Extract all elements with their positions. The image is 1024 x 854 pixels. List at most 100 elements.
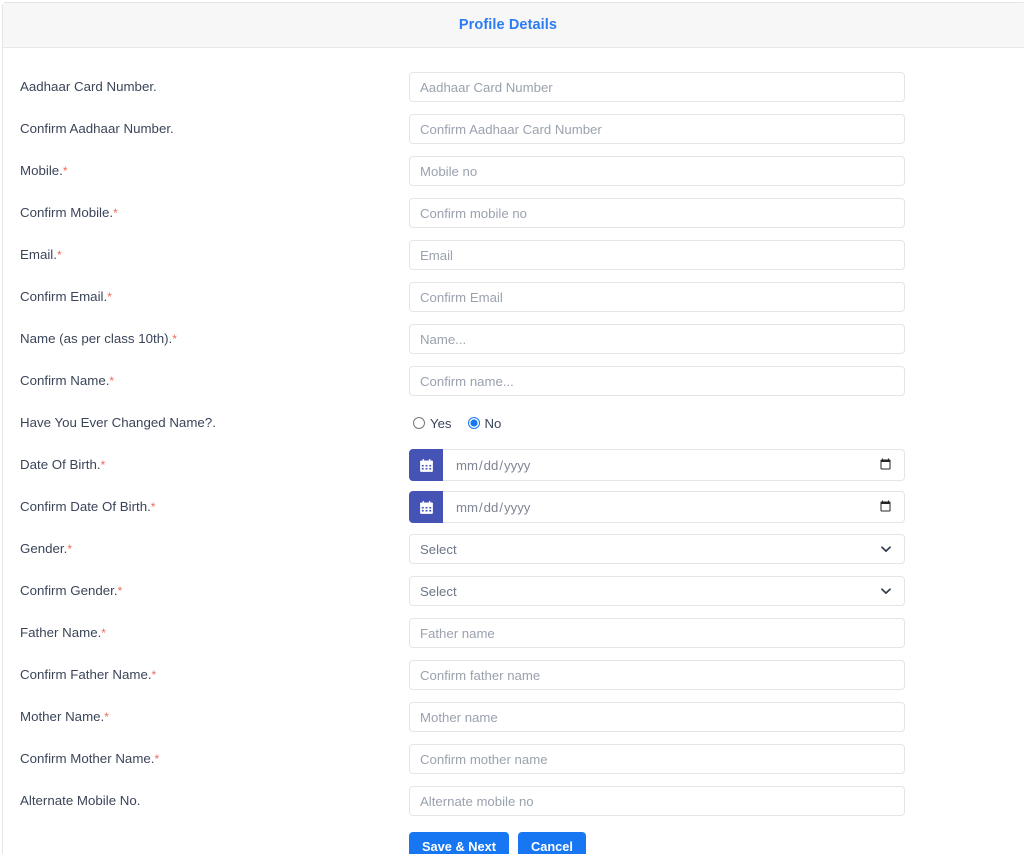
form-row: Email.* (3, 234, 1024, 276)
field-container: Yes No (409, 416, 905, 431)
field-container: Select (409, 534, 905, 564)
text-input[interactable] (409, 618, 905, 648)
text-input[interactable] (409, 366, 905, 396)
field-container (409, 240, 905, 270)
field-container (409, 660, 905, 690)
text-input[interactable] (409, 702, 905, 732)
field-label: Father Name.* (20, 625, 409, 641)
form-row: Confirm Name.* (3, 360, 1024, 402)
required-asterisk: * (107, 290, 112, 305)
field-container: Send OTP (409, 198, 905, 228)
field-label-text: Mobile. (20, 163, 63, 179)
profile-form: Aadhaar Card Number. Confirm Aadhaar Numb… (3, 48, 1024, 854)
field-label: Confirm Date Of Birth.* (20, 499, 409, 515)
field-label: Gender.* (20, 541, 409, 557)
field-container (409, 786, 905, 816)
save-and-next-button[interactable]: Save & Next (409, 831, 509, 854)
cancel-button[interactable]: Cancel (517, 831, 586, 854)
form-row: Confirm Email.* Send OTP (3, 276, 1024, 318)
required-asterisk: * (151, 668, 157, 683)
field-label-text: Confirm Email. (20, 289, 108, 305)
required-asterisk: * (172, 332, 177, 347)
field-label: Confirm Mobile.* (20, 205, 409, 221)
required-asterisk: * (154, 752, 160, 767)
field-label: Aadhaar Card Number. (20, 79, 409, 95)
field-label-text: Father Name. (20, 625, 102, 641)
field-container (409, 72, 905, 102)
field-label-text: Have You Ever Changed Name?. (20, 415, 216, 431)
field-container: Select (409, 576, 905, 606)
form-row: Have You Ever Changed Name?. Yes No (3, 402, 1024, 444)
field-label: Confirm Aadhaar Number. (20, 121, 409, 137)
field-label-text: Name (as per class 10th). (20, 331, 173, 347)
radio-button[interactable] (467, 417, 480, 429)
radio-label: Yes (430, 415, 452, 431)
field-container (409, 366, 905, 396)
field-container: Send OTP (409, 282, 905, 312)
required-asterisk: * (109, 374, 115, 389)
select-field: Select (409, 576, 905, 606)
text-input[interactable] (409, 156, 905, 186)
date-field (409, 449, 905, 481)
field-label: Confirm Father Name.* (20, 667, 409, 683)
field-label-text: Mother Name. (20, 709, 105, 725)
profile-details-page: Profile Details Aadhaar Card Number. Conf… (0, 0, 1024, 854)
required-asterisk: * (104, 710, 109, 725)
field-container (409, 114, 905, 144)
field-label-text: Confirm Mobile. (20, 205, 114, 221)
form-row: Date Of Birth.* (3, 444, 1024, 486)
field-label-text: Confirm Name. (20, 373, 110, 389)
form-row: Mobile.* (3, 150, 1024, 192)
form-row: Confirm Mother Name.* (3, 738, 1024, 780)
text-input[interactable] (409, 324, 905, 354)
field-label-text: Confirm Mother Name. (20, 751, 155, 767)
field-container (409, 324, 905, 354)
calendar-icon[interactable] (409, 491, 443, 523)
form-row: Aadhaar Card Number. (3, 66, 1024, 108)
field-label-text: Aadhaar Card Number. (20, 79, 157, 95)
field-label-text: Date Of Birth. (20, 457, 101, 473)
text-input[interactable] (409, 72, 905, 102)
select-input[interactable]: Select (409, 534, 905, 564)
form-row: Confirm Father Name.* (3, 654, 1024, 696)
text-input[interactable] (409, 744, 905, 774)
text-input[interactable] (409, 240, 905, 270)
form-row: Confirm Date Of Birth.* (3, 486, 1024, 528)
date-input[interactable] (443, 449, 905, 481)
field-container (409, 744, 905, 774)
text-input[interactable] (409, 660, 905, 690)
field-container (409, 156, 905, 186)
required-asterisk: * (101, 626, 106, 641)
field-label: Date Of Birth.* (20, 457, 409, 473)
field-label-text: Confirm Gender. (20, 583, 118, 599)
field-container (409, 618, 905, 648)
required-asterisk: * (113, 206, 118, 221)
field-label: Name (as per class 10th).* (20, 331, 409, 347)
field-container (409, 449, 905, 481)
field-label-text: Confirm Father Name. (20, 667, 152, 683)
text-input[interactable] (409, 114, 905, 144)
form-row: Name (as per class 10th).* (3, 318, 1024, 360)
field-container (409, 491, 905, 523)
required-asterisk: * (62, 164, 68, 179)
field-label: Confirm Gender.* (20, 583, 409, 599)
text-input[interactable] (409, 198, 905, 228)
date-input[interactable] (443, 491, 905, 523)
required-asterisk: * (67, 542, 72, 557)
required-asterisk: * (100, 458, 106, 473)
radio-button[interactable] (413, 417, 425, 429)
field-label-text: Gender. (20, 541, 68, 557)
radio-option[interactable]: Yes (413, 416, 452, 431)
field-label: Have You Ever Changed Name?. (20, 415, 409, 431)
form-row: Confirm Mobile.*Send OTP (3, 192, 1024, 234)
calendar-icon[interactable] (409, 449, 443, 481)
page-title: Profile Details (458, 17, 558, 33)
text-input[interactable] (409, 786, 905, 816)
field-label: Mother Name.* (20, 709, 409, 725)
radio-option[interactable]: No (467, 416, 501, 431)
select-input[interactable]: Select (409, 576, 905, 606)
text-input[interactable] (409, 282, 905, 312)
form-row: Father Name.* (3, 612, 1024, 654)
required-asterisk: * (56, 248, 62, 263)
profile-details-card: Profile Details Aadhaar Card Number. Conf… (2, 2, 1024, 854)
